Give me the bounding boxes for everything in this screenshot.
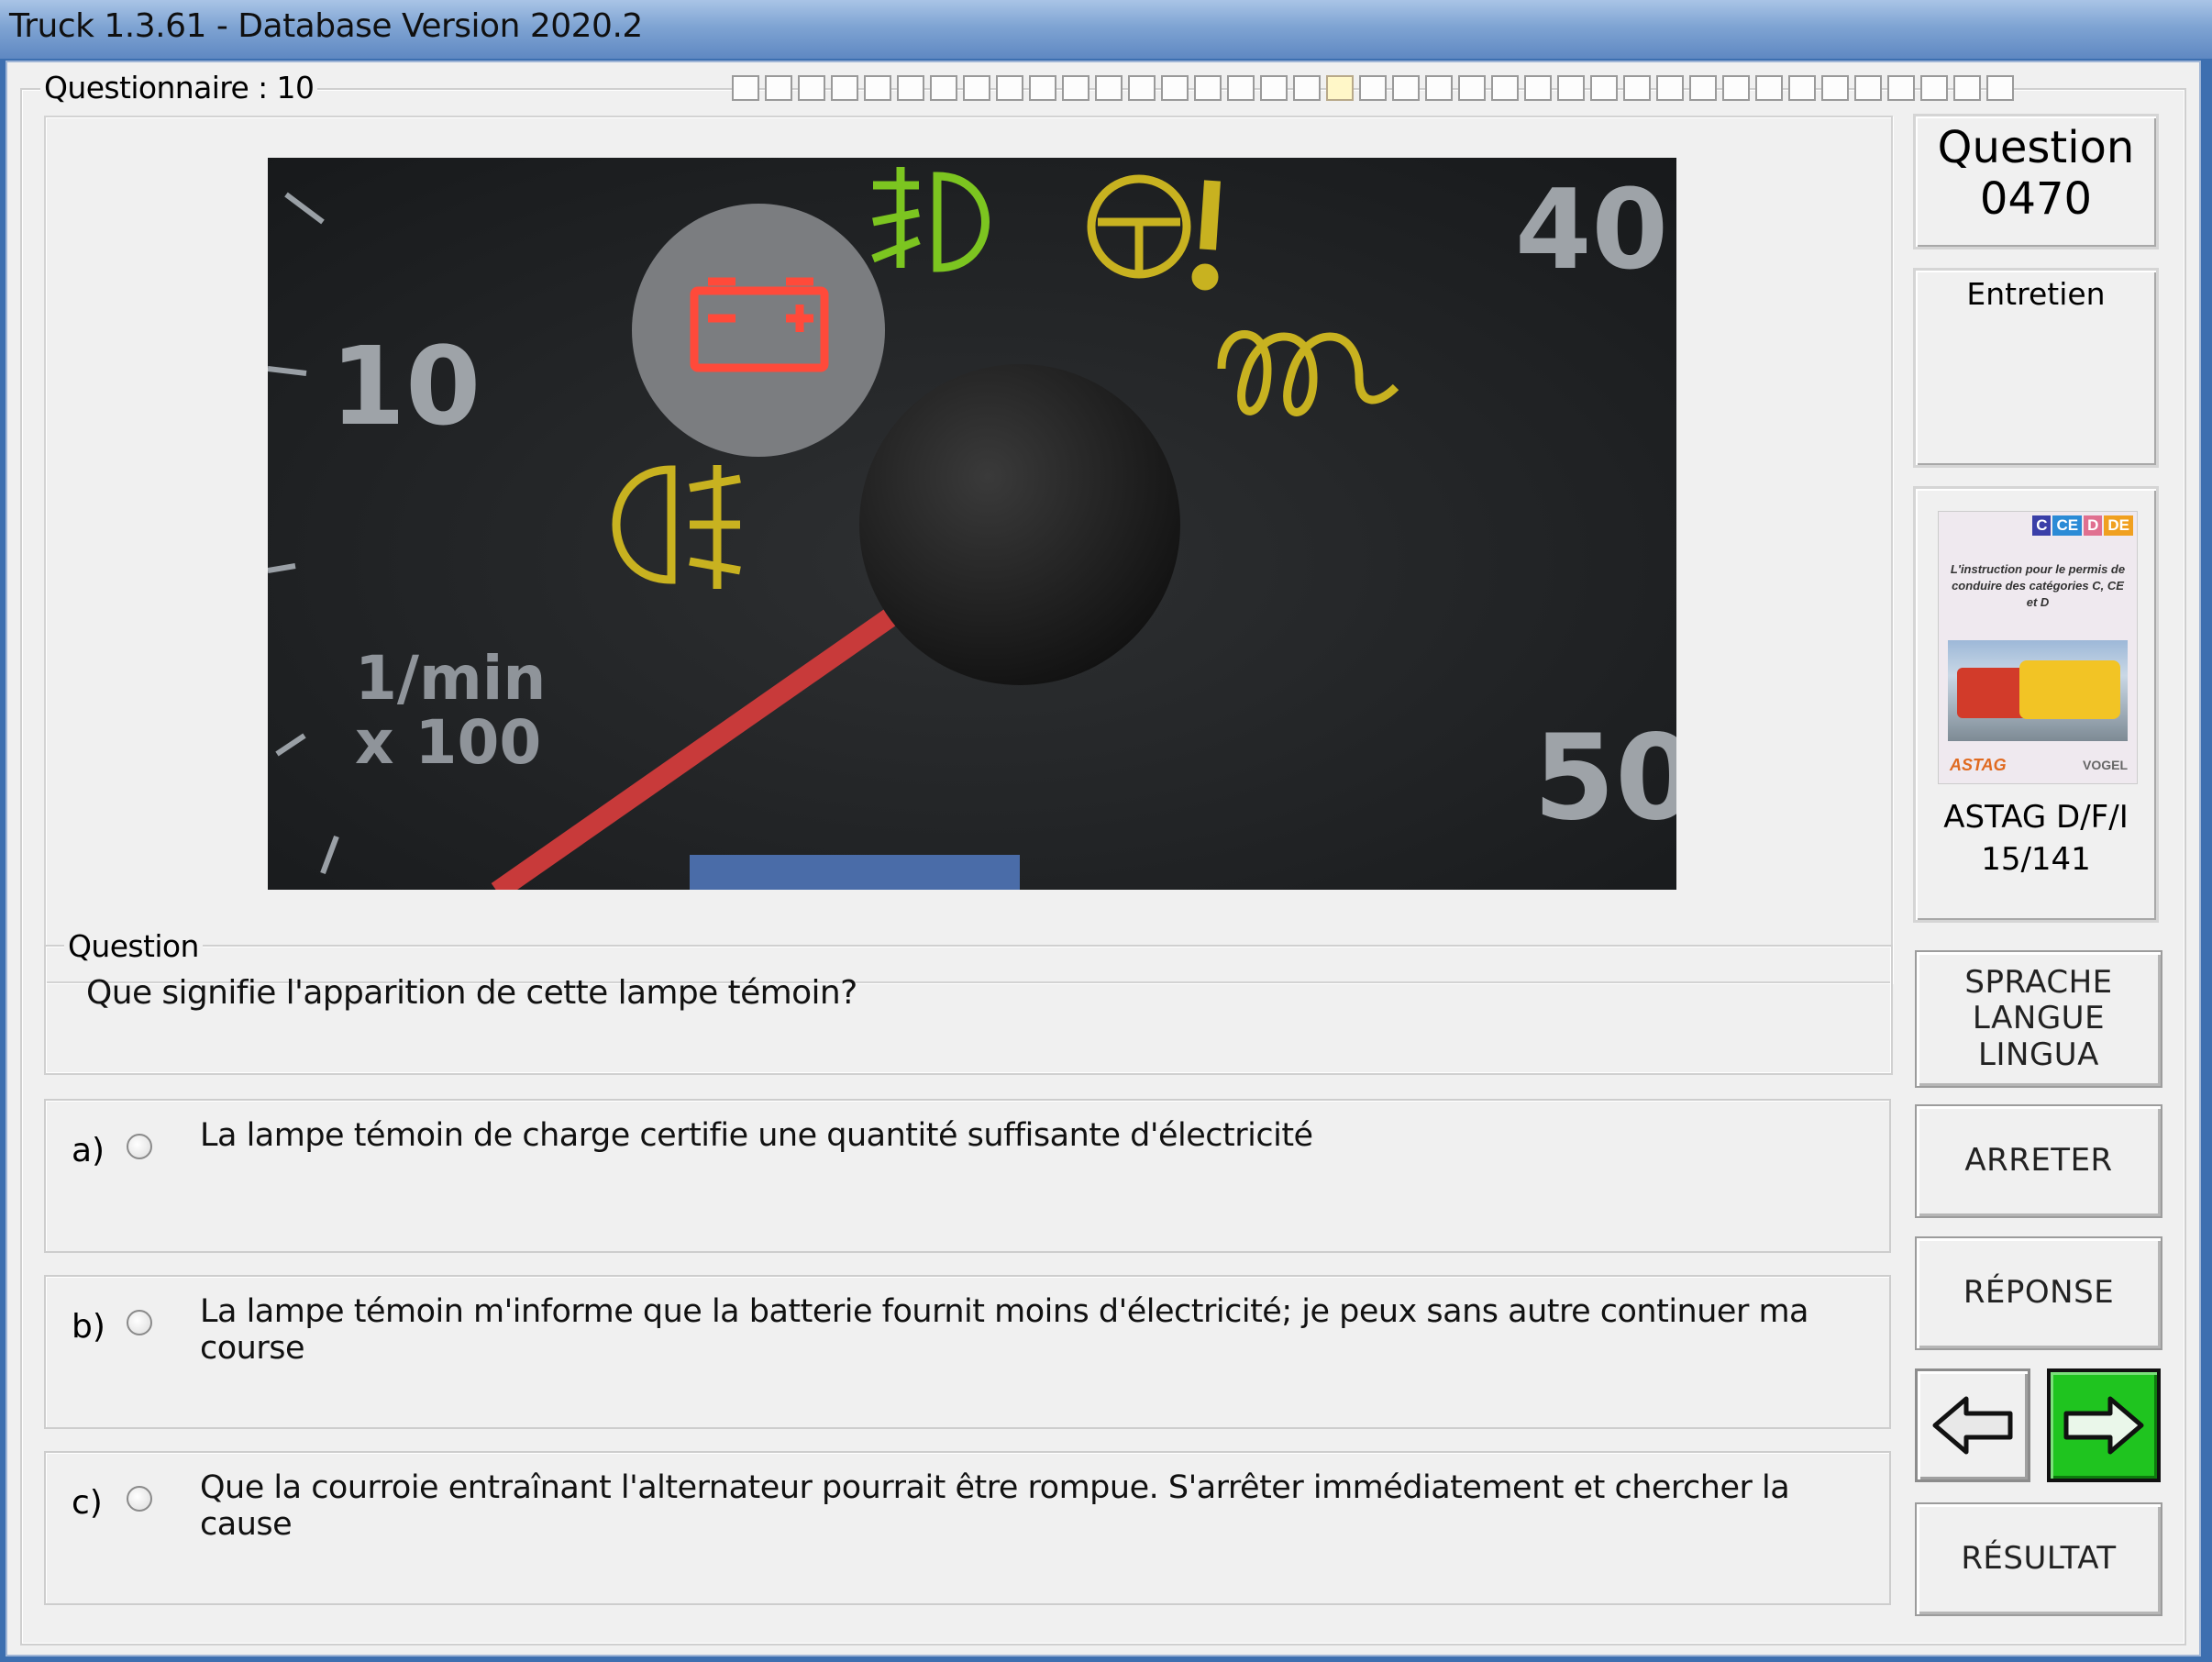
badge-d: D xyxy=(2084,515,2103,536)
answer-text: La lampe témoin de charge certifie une q… xyxy=(200,1117,1313,1154)
answer-c-radio[interactable] xyxy=(127,1486,152,1512)
gauge-number-50: 50 xyxy=(1533,710,1676,847)
language-button[interactable]: SPRACHE LANGUE LINGUA xyxy=(1915,950,2162,1088)
answer-letter: a) xyxy=(72,1132,105,1169)
progress-segment xyxy=(1854,75,1882,101)
progress-segment xyxy=(1920,75,1948,101)
gauge-unit-rpm: 1/min xyxy=(355,643,546,714)
arrow-left-icon xyxy=(1932,1396,2013,1455)
main-window: Questionnaire : 10 10 40 50 1/min x 100 … xyxy=(6,61,2201,1656)
dashboard-photo: 10 40 50 1/min x 100 xyxy=(268,158,1676,890)
brand-logo: VOGEL xyxy=(2082,758,2128,772)
answer-a-radio[interactable] xyxy=(127,1134,152,1159)
dashboard-photo-graphic: 10 40 50 1/min x 100 xyxy=(268,158,1676,890)
language-label-fr: LANGUE xyxy=(1972,1000,2106,1037)
progress-segment xyxy=(765,75,792,101)
answer-option-b[interactable]: b) La lampe témoin m'informe que la batt… xyxy=(44,1275,1891,1429)
stop-button[interactable]: ARRETER xyxy=(1915,1104,2162,1218)
category-badges: C CE D DE xyxy=(2032,515,2133,536)
progress-segment xyxy=(1491,75,1519,101)
publisher-logo: ASTAG xyxy=(1950,756,2007,774)
progress-segment xyxy=(1656,75,1684,101)
gauge-number-40: 40 xyxy=(1515,167,1668,294)
progress-segment xyxy=(1953,75,1981,101)
previous-button[interactable] xyxy=(1915,1368,2030,1482)
language-label-it: LINGUA xyxy=(1978,1036,2099,1073)
progress-segment xyxy=(1623,75,1651,101)
progress-segment xyxy=(1689,75,1717,101)
progress-segment xyxy=(732,75,759,101)
progress-segment xyxy=(930,75,957,101)
progress-segment xyxy=(831,75,858,101)
progress-segment xyxy=(1458,75,1486,101)
category-label: Entretien xyxy=(1966,276,2106,312)
answer-letter: c) xyxy=(72,1484,103,1522)
answer-b-radio[interactable] xyxy=(127,1310,152,1335)
book-cover: C CE D DE L'instruction pour le permis d… xyxy=(1938,511,2138,784)
gauge-hub xyxy=(859,364,1180,685)
progress-segment xyxy=(1293,75,1321,101)
question-number: 0470 xyxy=(1979,173,2093,225)
progress-segment xyxy=(1821,75,1849,101)
progress-segment xyxy=(1557,75,1585,101)
arrow-right-icon xyxy=(2063,1396,2144,1455)
answer-text: La lampe témoin m'informe que la batteri… xyxy=(200,1293,1809,1367)
progress-segment xyxy=(1392,75,1420,101)
title-bar: Truck 1.3.61 - Database Version 2020.2 xyxy=(0,0,2212,59)
answer-letter: b) xyxy=(72,1308,105,1346)
progress-segment xyxy=(1590,75,1618,101)
result-button[interactable]: RÉSULTAT xyxy=(1915,1502,2162,1616)
next-button[interactable] xyxy=(2047,1368,2161,1482)
warning-light-backlight xyxy=(632,204,885,457)
question-text: Que signifie l'apparition de cette lampe… xyxy=(86,974,857,1012)
progress-segment xyxy=(1722,75,1750,101)
gauge-lower-strip xyxy=(690,855,1020,890)
badge-de: DE xyxy=(2104,515,2133,536)
progress-segment xyxy=(1755,75,1783,101)
progress-segment xyxy=(1788,75,1816,101)
badge-ce: CE xyxy=(2052,515,2083,536)
progress-segment xyxy=(1359,75,1387,101)
image-panel: 10 40 50 1/min x 100 xyxy=(44,116,1893,983)
progress-segment xyxy=(996,75,1023,101)
badge-c: C xyxy=(2032,515,2052,536)
gauge-unit-multiplier: x 100 xyxy=(355,707,541,778)
source-book-panel: C CE D DE L'instruction pour le permis d… xyxy=(1913,486,2159,923)
progress-segment-current xyxy=(1326,75,1354,101)
bus-image xyxy=(2019,660,2120,719)
category-panel: Entretien xyxy=(1913,268,2159,468)
progress-segment xyxy=(1095,75,1123,101)
progress-segment xyxy=(1227,75,1255,101)
progress-segment xyxy=(1887,75,1915,101)
answer-option-c[interactable]: c) Que la courroie entraînant l'alternat… xyxy=(44,1451,1891,1605)
source-page: 15/141 xyxy=(1981,841,2091,878)
language-label-de: SPRACHE xyxy=(1964,964,2113,1002)
answer-button[interactable]: RÉPONSE xyxy=(1915,1236,2162,1350)
answer-option-a[interactable]: a) La lampe témoin de charge certifie un… xyxy=(44,1099,1891,1253)
progress-segment xyxy=(798,75,825,101)
question-progress-bar xyxy=(732,75,2014,103)
source-label: ASTAG D/F/I xyxy=(1943,799,2129,836)
book-cover-text: L'instruction pour le permis de conduire… xyxy=(1950,562,2126,610)
progress-segment xyxy=(1260,75,1288,101)
book-cover-photo xyxy=(1948,640,2128,741)
question-number-label: Question xyxy=(1937,122,2135,173)
question-group-label: Question xyxy=(64,928,203,964)
progress-segment xyxy=(1128,75,1156,101)
progress-segment xyxy=(1986,75,2014,101)
progress-segment xyxy=(1062,75,1089,101)
gauge-number-10: 10 xyxy=(330,323,481,449)
progress-segment xyxy=(1194,75,1222,101)
progress-segment xyxy=(1029,75,1056,101)
answer-text: Que la courroie entraînant l'alternateur… xyxy=(200,1469,1790,1543)
progress-segment xyxy=(897,75,924,101)
progress-segment xyxy=(1425,75,1453,101)
progress-segment xyxy=(963,75,990,101)
progress-segment xyxy=(1524,75,1552,101)
progress-segment xyxy=(864,75,891,101)
progress-segment xyxy=(1161,75,1189,101)
questionnaire-label: Questionnaire : 10 xyxy=(40,70,318,105)
window-title: Truck 1.3.61 - Database Version 2020.2 xyxy=(9,7,643,45)
question-number-panel: Question 0470 xyxy=(1913,114,2159,249)
